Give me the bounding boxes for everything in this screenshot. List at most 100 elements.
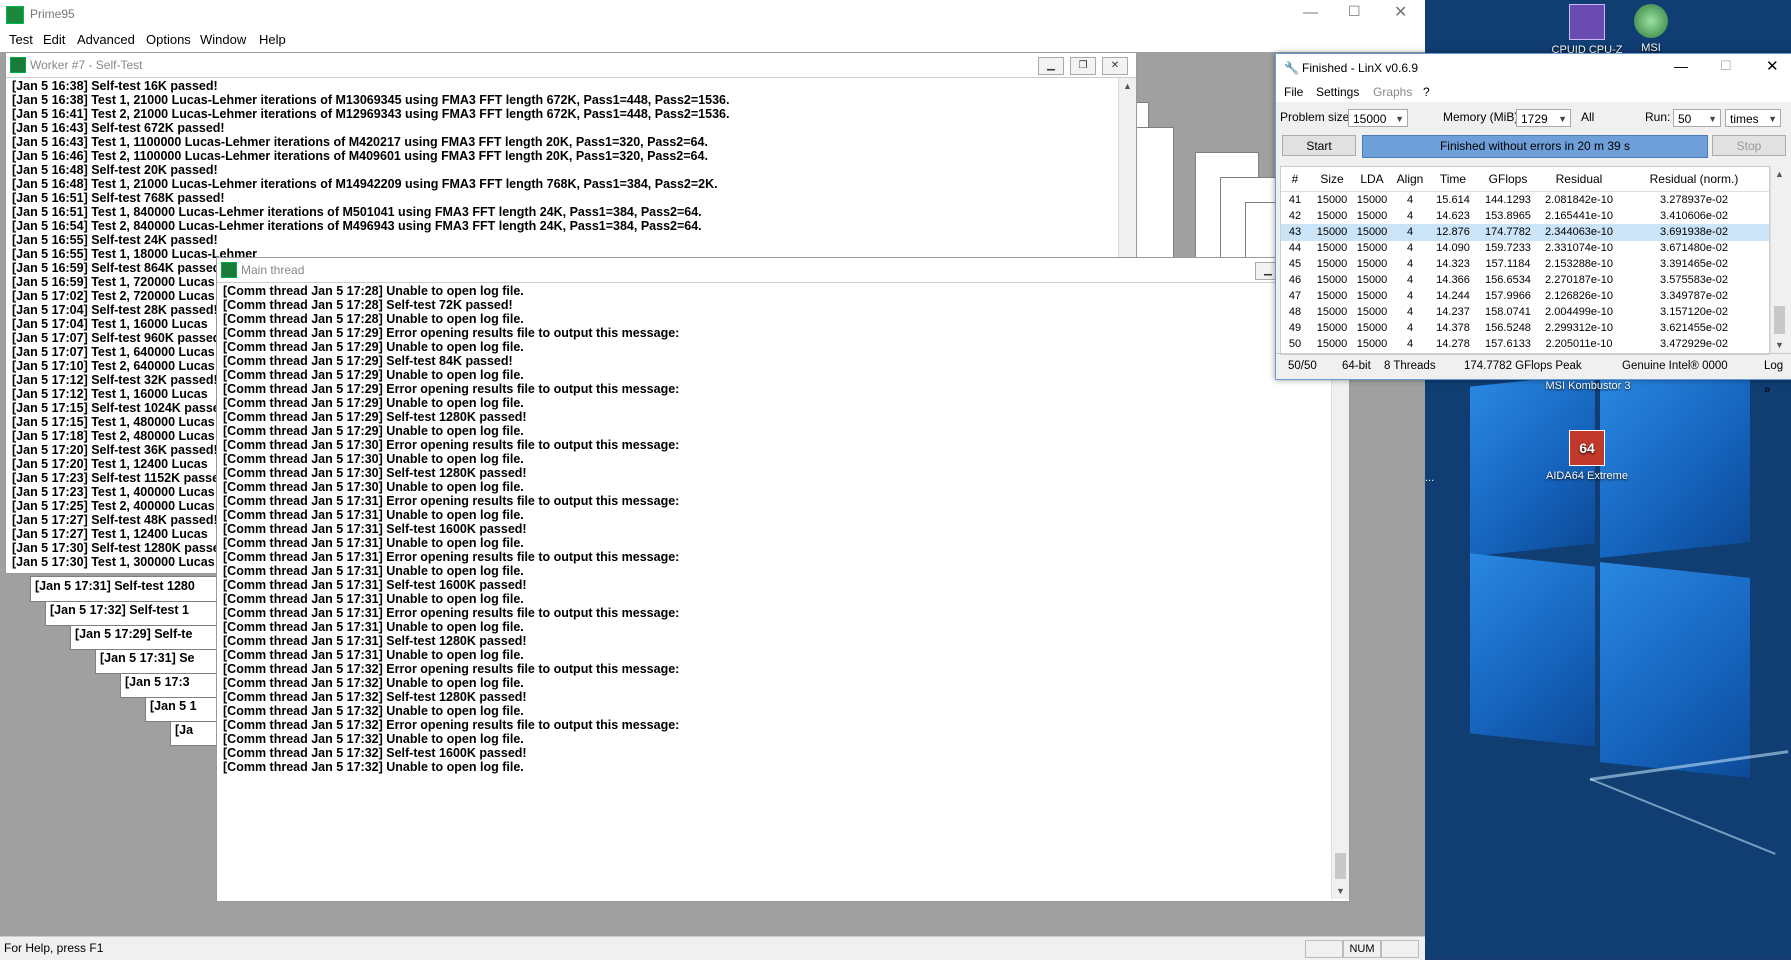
linx-statusbar: 50/50 64-bit 8 Threads 174.7782 GFlops P… <box>1276 353 1791 396</box>
table-row[interactable]: 50 15000 15000 4 14.278 157.6133 2.205011e-10 3… <box>1281 336 1769 353</box>
table-cell: 2.331074e-10 <box>1545 242 1613 254</box>
menu-advanced[interactable]: Advanced <box>77 32 135 47</box>
column-header[interactable]: Residual <box>1539 167 1619 191</box>
table-cell: 2.270187e-10 <box>1545 274 1613 286</box>
menu-edit[interactable]: Edit <box>43 32 65 47</box>
memory-select[interactable]: 1729 ▼ <box>1516 109 1571 127</box>
table-cell: 15000 <box>1356 274 1388 286</box>
column-header[interactable]: GFlops <box>1477 167 1539 191</box>
results-scrollbar[interactable]: ▲ ▼ <box>1770 166 1788 353</box>
main-thread-window[interactable]: Main thread ▁ [Comm thread Jan 5 17:28] … <box>216 257 1350 902</box>
scroll-up-icon[interactable]: ▲ <box>1771 166 1788 182</box>
table-cell: 144.1293 <box>1485 194 1531 206</box>
column-header[interactable]: Time <box>1429 167 1477 191</box>
table-cell: 50 <box>1288 338 1302 350</box>
worker7-restore-button[interactable]: ❐ <box>1070 57 1096 75</box>
menu-help[interactable]: Help <box>259 32 286 47</box>
stop-button[interactable]: Stop <box>1712 135 1786 156</box>
linx-menu-settings[interactable]: Settings <box>1316 85 1359 99</box>
table-cell: 157.6133 <box>1485 338 1531 350</box>
log-line: [Jan 5 16:54] Test 2, 840000 Lucas-Lehme… <box>12 219 702 233</box>
desktop-partial-label: ... <box>1425 472 1435 484</box>
log-line: [Comm thread Jan 5 17:31] Unable to open… <box>223 508 524 522</box>
linx-maximize-button[interactable]: ☐ <box>1720 58 1732 74</box>
log-button[interactable]: Log » <box>1764 354 1791 402</box>
table-cell: 15000 <box>1356 194 1388 206</box>
menu-test[interactable]: Test <box>9 32 33 47</box>
table-row[interactable]: 48 15000 15000 4 14.237 158.0741 2.004499e-10 3… <box>1281 304 1769 321</box>
log-line: [Comm thread Jan 5 17:30] Error opening … <box>223 438 680 452</box>
chevron-down-icon: ▼ <box>1558 114 1567 124</box>
table-row[interactable]: 46 15000 15000 4 14.366 156.6534 2.270187e-10 3… <box>1281 272 1769 289</box>
maximize-button[interactable]: ☐ <box>1348 3 1361 20</box>
all-label[interactable]: All <box>1581 110 1594 124</box>
log-line: [Comm thread Jan 5 17:30] Self-test 1280… <box>223 466 527 480</box>
log-line: [Jan 5 16:41] Test 2, 21000 Lucas-Lehmer… <box>12 107 730 121</box>
status-threads: 8 Threads <box>1384 360 1436 372</box>
worker7-scrollbar[interactable]: ▲ <box>1118 78 1136 278</box>
table-row[interactable]: 47 15000 15000 4 14.244 157.9966 2.126826e-10 3… <box>1281 288 1769 305</box>
linx-window[interactable]: 🔧 Finished - LinX v0.6.9 — ☐ ✕ File Sett… <box>1275 53 1791 396</box>
table-cell: 15000 <box>1316 194 1348 206</box>
log-line: [Comm thread Jan 5 17:32] Unable to open… <box>223 732 524 746</box>
chevron-down-icon: ▼ <box>1708 114 1717 124</box>
minimize-button[interactable]: — <box>1303 4 1318 21</box>
column-header[interactable]: Residual (norm.) <box>1619 167 1769 191</box>
linx-close-button[interactable]: ✕ <box>1766 57 1779 75</box>
desktop-icon-aida64[interactable]: 64 AIDA64 Extreme <box>1542 430 1632 482</box>
table-cell: 2.126826e-10 <box>1545 290 1613 302</box>
stacked-log-line: [Jan 5 17:3 <box>125 675 190 689</box>
linx-menu-graphs[interactable]: Graphs <box>1373 85 1412 99</box>
log-line: [Comm thread Jan 5 17:29] Unable to open… <box>223 424 524 438</box>
table-row[interactable]: 42 15000 15000 4 14.623 153.8965 2.165441e-10 3… <box>1281 208 1769 225</box>
table-row[interactable]: 45 15000 15000 4 14.323 157.1184 2.153288e-10 3… <box>1281 256 1769 273</box>
table-cell: 14.237 <box>1436 306 1470 318</box>
table-cell: 2.205011e-10 <box>1545 338 1613 350</box>
log-line: [Comm thread Jan 5 17:32] Self-test 1600… <box>223 746 527 760</box>
table-cell: 4 <box>1406 194 1414 206</box>
table-cell: 157.1184 <box>1485 258 1531 270</box>
log-line: [Comm thread Jan 5 17:31] Self-test 1600… <box>223 578 527 592</box>
problem-size-select[interactable]: 15000 ▼ <box>1348 109 1408 127</box>
run-count-select[interactable]: 50 ▼ <box>1673 109 1721 127</box>
table-cell: 15000 <box>1356 290 1388 302</box>
scroll-thumb[interactable] <box>1335 853 1346 879</box>
scroll-down-icon[interactable]: ▼ <box>1771 337 1788 353</box>
cpuz-icon <box>1569 4 1605 40</box>
desktop-icon-kombustor[interactable]: MSI Kombustor 3 <box>1542 380 1634 392</box>
table-cell: 3.157120e-02 <box>1660 306 1728 318</box>
column-header[interactable]: Align <box>1391 167 1429 191</box>
problem-size-value: 15000 <box>1353 112 1387 126</box>
log-line: [Comm thread Jan 5 17:28] Self-test 72K … <box>223 298 513 312</box>
column-header[interactable]: Size <box>1311 167 1353 191</box>
desktop-icon-msi[interactable]: MSI <box>1606 4 1696 54</box>
table-row[interactable]: 41 15000 15000 4 15.614 144.1293 2.081842e-10 3… <box>1281 192 1769 209</box>
menu-options[interactable]: Options <box>146 32 191 47</box>
scroll-up-icon[interactable]: ▲ <box>1119 78 1136 94</box>
prime95-app-icon <box>6 6 24 24</box>
table-cell: 174.7782 <box>1485 226 1531 238</box>
log-line: [Jan 5 16:46] Test 2, 1100000 Lucas-Lehm… <box>12 149 708 163</box>
table-cell: 4 <box>1406 274 1414 286</box>
linx-minimize-button[interactable]: — <box>1674 58 1688 74</box>
table-cell: 2.004499e-10 <box>1545 306 1613 318</box>
prime95-window: Prime95 — ☐ ✕ Test Edit Advanced Options… <box>0 0 1425 960</box>
column-header[interactable]: # <box>1281 167 1309 191</box>
linx-menu-file[interactable]: File <box>1284 85 1303 99</box>
start-button[interactable]: Start <box>1282 135 1356 156</box>
scroll-down-icon[interactable]: ▼ <box>1332 883 1349 899</box>
table-row[interactable]: 43 15000 15000 4 12.876 174.7782 2.344063e-10 3… <box>1281 224 1769 241</box>
log-line: [Comm thread Jan 5 17:32] Error opening … <box>223 718 680 732</box>
table-row[interactable]: 49 15000 15000 4 14.378 156.5248 2.299312e-10 3… <box>1281 320 1769 337</box>
column-header[interactable]: LDA <box>1353 167 1391 191</box>
worker7-minimize-button[interactable]: ▁ <box>1038 57 1064 75</box>
worker7-close-button[interactable]: ✕ <box>1102 57 1128 75</box>
run-mode-select[interactable]: times ▼ <box>1725 109 1781 127</box>
menu-window[interactable]: Window <box>200 32 246 47</box>
linx-menu-help[interactable]: ? <box>1423 85 1430 99</box>
table-cell: 3.691938e-02 <box>1660 226 1728 238</box>
table-row[interactable]: 44 15000 15000 4 14.090 159.7233 2.331074e-10 3… <box>1281 240 1769 257</box>
scroll-thumb[interactable] <box>1774 306 1785 334</box>
status-bits: 64-bit <box>1342 360 1371 372</box>
close-button[interactable]: ✕ <box>1394 2 1407 22</box>
